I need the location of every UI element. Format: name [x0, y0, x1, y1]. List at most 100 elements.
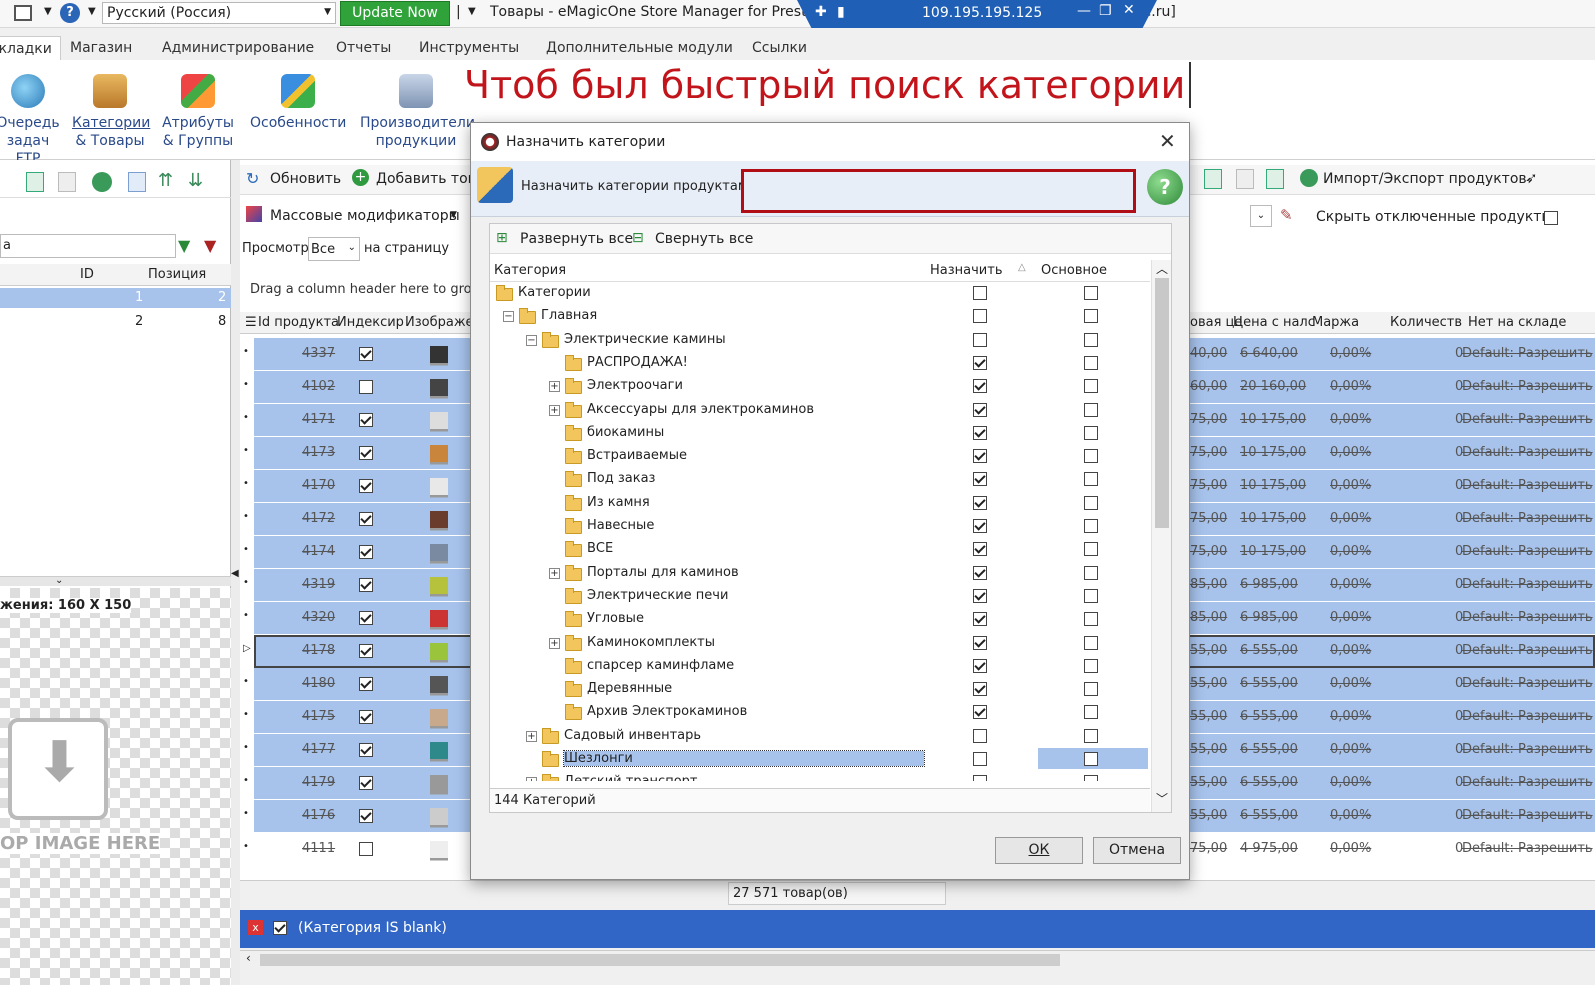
tree-row[interactable]: + Каминокомплекты — [490, 632, 1150, 655]
close-icon[interactable]: ✕ — [1123, 2, 1135, 18]
main-checkbox[interactable] — [1084, 635, 1098, 650]
table-row[interactable]: 2 8 — [0, 312, 231, 332]
main-checkbox[interactable] — [1084, 565, 1098, 580]
column-header-id[interactable]: Id продукта — [258, 315, 339, 330]
menu-item-addons[interactable]: Дополнительные модули — [546, 40, 733, 56]
main-checkbox[interactable] — [1084, 658, 1098, 673]
main-checkbox[interactable] — [1084, 495, 1098, 510]
chevron-up-icon[interactable]: ︿ — [1156, 260, 1168, 277]
tree-row[interactable]: + Порталы для каминов — [490, 562, 1150, 585]
paste-icon[interactable] — [58, 172, 76, 192]
main-checkbox[interactable] — [1084, 402, 1098, 417]
refresh-button[interactable]: Обновить — [270, 171, 341, 187]
mass-modifiers-button[interactable]: Массовые модификаторы — [270, 208, 460, 224]
indexed-checkbox[interactable] — [359, 809, 373, 823]
column-header-margin[interactable]: Маржа — [1312, 315, 1359, 330]
assign-checkbox[interactable] — [973, 588, 987, 603]
row-indicator[interactable]: ▷ — [243, 643, 251, 654]
column-header-category[interactable]: Категория — [494, 263, 566, 278]
row-indicator[interactable]: • — [243, 709, 249, 720]
horizontal-scrollbar[interactable]: ‹ — [240, 950, 1595, 968]
restore-icon[interactable]: ❐ — [1099, 3, 1112, 19]
row-indicator[interactable]: • — [243, 445, 249, 456]
tree-row[interactable]: Деревянные — [490, 678, 1150, 701]
assign-checkbox[interactable] — [973, 612, 987, 627]
menu-item-admin[interactable]: Администрирование — [162, 40, 314, 56]
row-indicator[interactable]: • — [243, 478, 249, 489]
indexed-checkbox[interactable] — [359, 578, 373, 592]
row-indicator[interactable]: • — [243, 676, 249, 687]
row-indicator[interactable]: • — [243, 544, 249, 555]
column-header-price-tax[interactable]: Цена с налс — [1233, 315, 1315, 330]
add-product-button[interactable]: Добавить това — [376, 171, 484, 187]
tree-row[interactable]: + Аксессуары для электрокаминов — [490, 399, 1150, 422]
tree-row[interactable]: Шезлонги — [490, 748, 1150, 771]
move-down-icon[interactable]: ⇊ — [188, 170, 203, 191]
indexed-checkbox[interactable] — [359, 545, 373, 559]
expand-all-button[interactable]: Развернуть все — [520, 231, 633, 247]
main-checkbox[interactable] — [1084, 542, 1098, 557]
assign-checkbox[interactable] — [973, 565, 987, 580]
main-checkbox[interactable] — [1084, 612, 1098, 627]
main-checkbox[interactable] — [1084, 379, 1098, 394]
row-indicator[interactable]: • — [243, 379, 249, 390]
assign-checkbox[interactable] — [973, 332, 987, 347]
assign-checkbox[interactable] — [973, 472, 987, 487]
main-checkbox[interactable] — [1084, 775, 1098, 782]
assign-checkbox[interactable] — [973, 402, 987, 417]
indexed-checkbox[interactable] — [359, 677, 373, 691]
tree-row[interactable]: Угловые — [490, 608, 1150, 631]
assign-checkbox[interactable] — [973, 355, 987, 370]
collapse-all-button[interactable]: Свернуть все — [655, 231, 753, 247]
image-drop-area[interactable]: жения: 160 X 150 ⬇ OP IMAGE HERE — [0, 588, 231, 985]
assign-checkbox[interactable] — [973, 519, 987, 533]
row-indicator[interactable]: • — [243, 511, 249, 522]
assign-checkbox[interactable] — [973, 635, 987, 650]
copy-icon[interactable] — [1204, 169, 1222, 189]
import-export-button[interactable]: Импорт/Экспорт продуктов — [1323, 171, 1527, 187]
main-checkbox[interactable] — [1084, 425, 1098, 440]
tree-row[interactable]: Встраиваемые — [490, 445, 1150, 468]
tree-row[interactable]: − Электрические камины — [490, 329, 1150, 352]
assign-checkbox[interactable] — [973, 752, 987, 766]
column-header-main[interactable]: Основное — [1041, 263, 1107, 278]
filter-clear-icon[interactable]: ▼ — [204, 236, 216, 255]
help-icon[interactable]: ? — [60, 3, 80, 23]
tree-row[interactable]: + Садовый инвентарь — [490, 725, 1150, 748]
brush-icon[interactable]: ✎ — [1280, 206, 1293, 224]
assign-checkbox[interactable] — [973, 728, 987, 743]
column-chooser[interactable]: ⌄ — [1250, 205, 1272, 227]
indexed-checkbox[interactable] — [359, 413, 373, 427]
expander-icon[interactable]: − — [526, 334, 537, 346]
tree-row[interactable]: ВСЕ — [490, 538, 1150, 561]
column-header-out-of-stock[interactable]: Нет на складе — [1468, 315, 1566, 330]
main-checkbox[interactable] — [1084, 472, 1098, 487]
category-filter-input[interactable]: а — [0, 234, 176, 258]
tree-row[interactable]: Архив Электрокаминов — [490, 701, 1150, 724]
hide-disabled-checkbox[interactable] — [1544, 211, 1558, 225]
assign-checkbox[interactable] — [973, 286, 987, 300]
tree-row[interactable]: биокамины — [490, 422, 1150, 445]
indexed-checkbox[interactable] — [359, 347, 373, 361]
indexed-checkbox[interactable] — [359, 842, 373, 856]
main-checkbox[interactable] — [1084, 682, 1098, 697]
pin-icon[interactable]: ✚ — [815, 4, 827, 20]
main-checkbox[interactable] — [1084, 705, 1098, 720]
column-header-assign[interactable]: Назначить — [930, 263, 1002, 278]
indexed-checkbox[interactable] — [359, 446, 373, 460]
expander-icon[interactable]: + — [549, 567, 560, 579]
row-indicator[interactable]: • — [243, 412, 249, 423]
export-icon[interactable] — [1266, 169, 1284, 189]
help-globe-icon[interactable]: ? — [1147, 169, 1183, 205]
assign-checkbox[interactable] — [973, 309, 987, 324]
filter-add-icon[interactable]: ▼ — [178, 236, 190, 255]
attributes-groups-button[interactable]: Атрибуты & Группы — [160, 74, 236, 150]
main-checkbox[interactable] — [1084, 752, 1098, 766]
row-indicator[interactable]: • — [243, 742, 249, 753]
category-search-input[interactable] — [741, 169, 1136, 213]
tree-row[interactable]: Категории — [490, 282, 1150, 305]
menu-item-links[interactable]: Ссылки — [752, 40, 807, 56]
assign-checkbox[interactable] — [973, 379, 987, 394]
categories-products-button[interactable]: Категории & Товары — [72, 74, 150, 150]
cancel-button[interactable]: Отмена — [1093, 837, 1181, 864]
